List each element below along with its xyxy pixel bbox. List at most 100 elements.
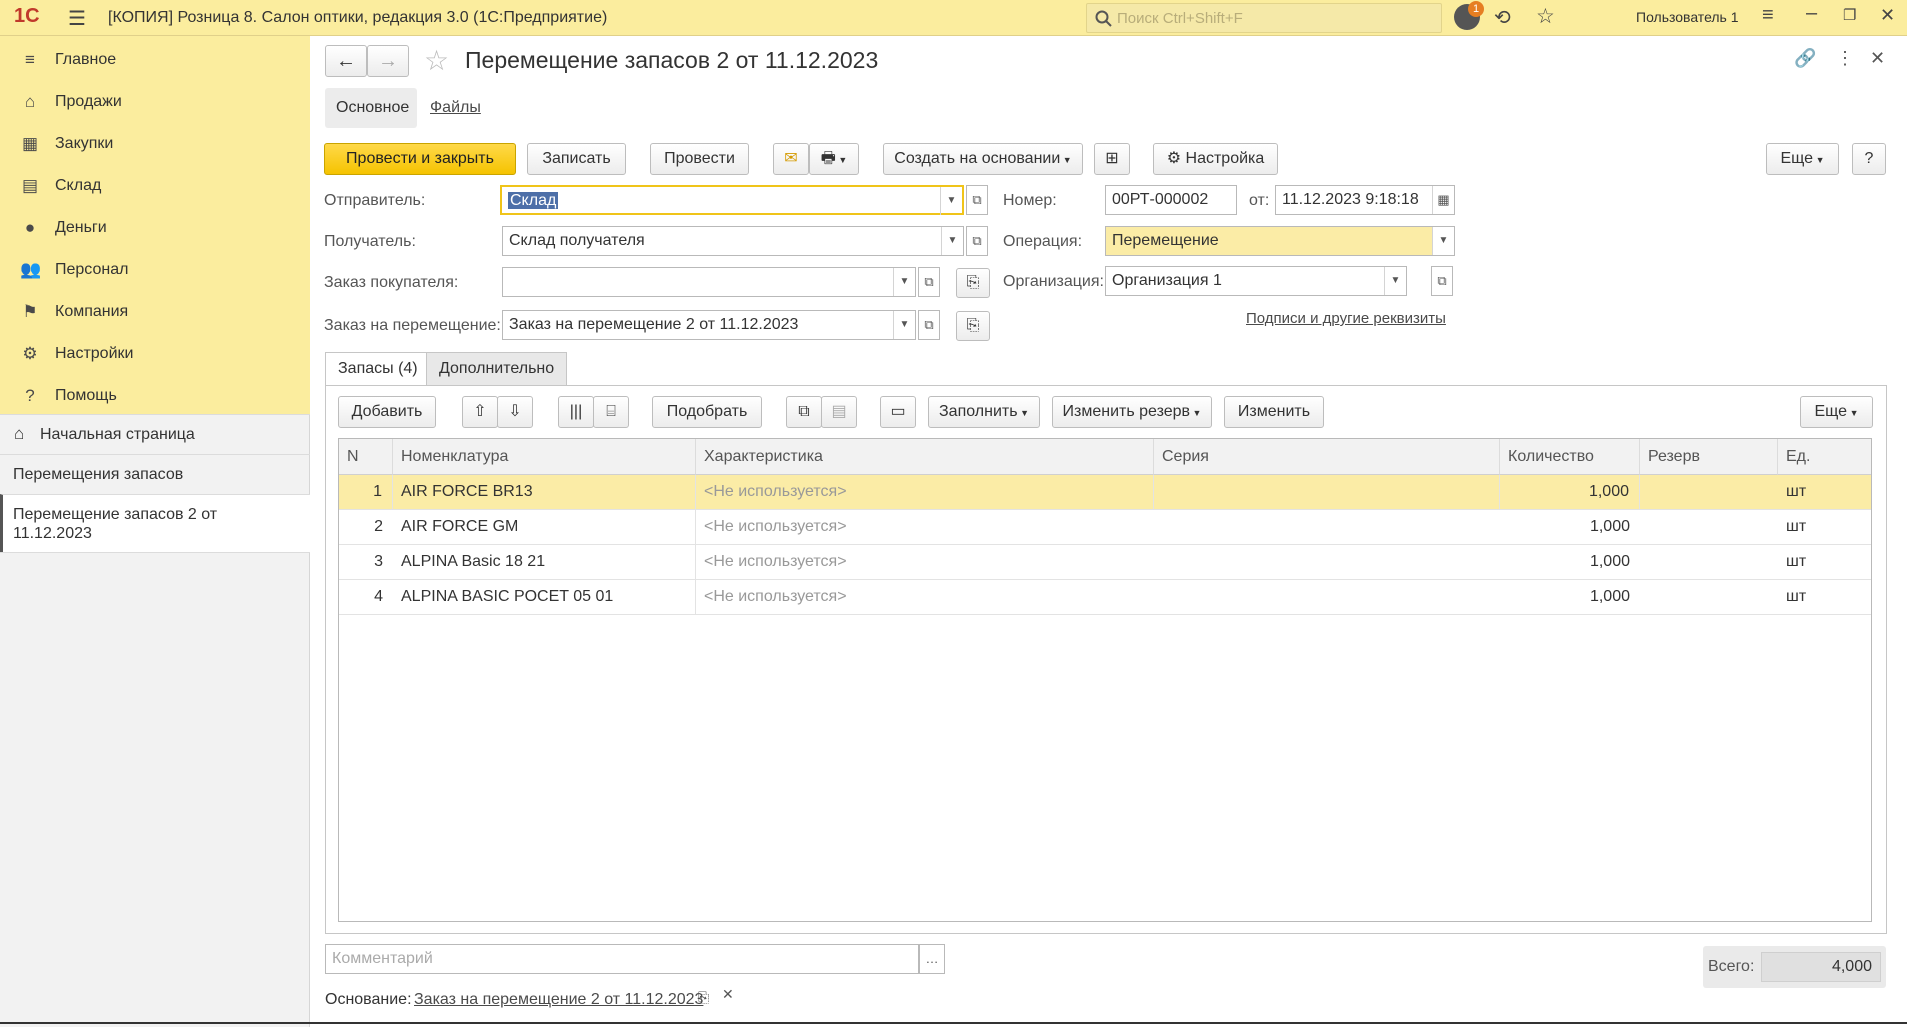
chevron-down-icon[interactable]: ▼ — [1432, 227, 1454, 255]
paste-rows-button[interactable]: ▤ — [821, 396, 857, 428]
column-header-series[interactable]: Серия — [1154, 439, 1500, 475]
home-page-item[interactable]: ⌂ Начальная страница — [0, 414, 310, 454]
column-header-characteristic[interactable]: Характеристика — [696, 439, 1154, 475]
restore-icon[interactable]: ❐ — [1843, 6, 1856, 24]
move-up-button[interactable]: ⇧ — [462, 396, 498, 428]
chevron-down-icon[interactable]: ▼ — [940, 187, 962, 215]
section-help[interactable]: ? Помощь — [0, 376, 310, 416]
tab-stock[interactable]: Запасы (4) — [325, 352, 431, 386]
close-window-icon[interactable]: ✕ — [1880, 5, 1895, 26]
comment-expand-button[interactable]: … — [919, 944, 945, 974]
more-button[interactable]: Еще ▼ — [1766, 143, 1839, 175]
section-warehouse[interactable]: ▤ Склад — [0, 166, 310, 206]
section-main[interactable]: ≡ Главное — [0, 40, 310, 80]
chevron-down-icon[interactable]: ▼ — [893, 268, 915, 296]
transfer-order-fill-button[interactable]: ⎘ — [956, 311, 990, 341]
minimize-icon[interactable]: – — [1806, 2, 1817, 25]
date-field[interactable]: 11.12.2023 9:18:18 ▦ — [1275, 185, 1455, 215]
basis-open-icon[interactable]: ⎘ — [698, 989, 709, 1006]
change-button[interactable]: Изменить — [1224, 396, 1324, 428]
chevron-down-icon[interactable]: ▼ — [941, 227, 963, 255]
table-row[interactable]: 4 ALPINA BASIC POCET 05 01 <Не используе… — [339, 580, 1871, 615]
settings-lines-icon[interactable]: ≡ — [1762, 4, 1774, 27]
open-item-transfers[interactable]: Перемещения запасов — [0, 454, 310, 494]
calendar-icon[interactable]: ▦ — [1432, 186, 1454, 214]
close-form-icon[interactable]: ✕ — [1870, 48, 1885, 69]
favorite-star-icon[interactable]: ☆ — [424, 44, 449, 77]
tab-main[interactable]: Основное — [325, 88, 417, 128]
column-header-quantity[interactable]: Количество — [1500, 439, 1640, 475]
basis-link[interactable]: Заказ на перемещение 2 от 11.12.2023 — [414, 991, 703, 1009]
transfer-order-field[interactable]: Заказ на перемещение 2 от 11.12.2023 ▼ — [502, 310, 916, 340]
receiver-open-button[interactable]: ⧉ — [966, 226, 988, 256]
date-value: 11.12.2023 9:18:18 — [1282, 191, 1419, 208]
open-item-current-doc[interactable]: Перемещение запасов 2 от 11.12.2023 — [0, 494, 310, 552]
customer-order-field[interactable]: ▼ — [502, 267, 916, 297]
comment-field[interactable]: Комментарий — [325, 944, 919, 974]
table-row[interactable]: 2 AIR FORCE GM <Не используется> 1,000 ш… — [339, 510, 1871, 545]
main-menu-icon[interactable]: ☰ — [68, 6, 86, 31]
app-logo[interactable]: 1С — [14, 5, 40, 28]
add-row-button[interactable]: Добавить — [338, 396, 436, 428]
table-row[interactable]: 3 ALPINA Basic 18 21 <Не используется> 1… — [339, 545, 1871, 580]
cell-n: 3 — [374, 553, 383, 570]
section-company[interactable]: ⚑ Компания — [0, 292, 310, 332]
more-vertical-icon[interactable]: ⋮ — [1836, 48, 1854, 69]
section-purchases[interactable]: ▦ Закупки — [0, 124, 310, 164]
chevron-down-icon[interactable]: ▼ — [1384, 267, 1406, 295]
link-icon[interactable]: 🔗 — [1794, 48, 1816, 69]
change-reserve-button[interactable]: Изменить резерв ▼ — [1052, 396, 1212, 428]
fill-button[interactable]: Заполнить ▼ — [928, 396, 1040, 428]
search-input[interactable]: Поиск Ctrl+Shift+F — [1086, 3, 1442, 33]
move-down-button[interactable]: ⇩ — [497, 396, 533, 428]
sender-open-button[interactable]: ⧉ — [966, 185, 988, 215]
tab-additional[interactable]: Дополнительно — [426, 352, 568, 386]
organization-field[interactable]: Организация 1 ▼ — [1105, 266, 1407, 296]
help-button[interactable]: ? — [1852, 143, 1886, 175]
section-money[interactable]: ● Деньги — [0, 208, 310, 248]
email-button[interactable]: ✉ — [773, 143, 809, 175]
save-button[interactable]: Записать — [527, 143, 626, 175]
number-field[interactable]: 00РТ-000002 — [1105, 185, 1237, 215]
stock-table[interactable]: N Номенклатура Характеристика Серия Коли… — [338, 438, 1872, 922]
open-item-label: Перемещения запасов — [13, 466, 184, 483]
customer-order-fill-button[interactable]: ⎘ — [956, 268, 990, 298]
section-sales[interactable]: ⌂ Продажи — [0, 82, 310, 122]
sender-field[interactable]: Склад ▼ — [500, 185, 964, 215]
notifications-icon[interactable]: 1 — [1454, 1, 1484, 30]
barcode-button[interactable]: ||| — [558, 396, 594, 428]
column-header-unit[interactable]: Ед. — [1778, 439, 1871, 475]
select-button[interactable]: Подобрать — [652, 396, 762, 428]
section-settings[interactable]: ⚙ Настройки — [0, 334, 310, 374]
operation-field[interactable]: Перемещение ▼ — [1105, 226, 1455, 256]
customer-order-open-button[interactable]: ⧉ — [918, 267, 940, 297]
section-staff[interactable]: 👥 Персонал — [0, 250, 310, 290]
people-icon: 👥 — [20, 260, 42, 279]
structure-button[interactable]: ⊞ — [1094, 143, 1130, 175]
settings-button[interactable]: ⚙ Настройка — [1153, 143, 1278, 175]
organization-open-button[interactable]: ⧉ — [1431, 266, 1453, 296]
history-icon[interactable]: ⟲ — [1494, 5, 1511, 30]
post-button[interactable]: Провести — [650, 143, 749, 175]
layout-button[interactable]: ▭ — [880, 396, 916, 428]
post-and-close-button[interactable]: Провести и закрыть — [324, 143, 516, 175]
column-header-item[interactable]: Номенклатура — [393, 439, 696, 475]
tab-files[interactable]: Файлы — [430, 99, 481, 117]
receiver-field[interactable]: Склад получателя ▼ — [502, 226, 964, 256]
create-based-on-button[interactable]: Создать на основании ▼ — [883, 143, 1083, 175]
transfer-order-open-button[interactable]: ⧉ — [918, 310, 940, 340]
column-header-reserve[interactable]: Резерв — [1640, 439, 1778, 475]
user-name[interactable]: Пользователь 1 — [1636, 9, 1739, 25]
table-more-button[interactable]: Еще ▼ — [1800, 396, 1873, 428]
chevron-down-icon[interactable]: ▼ — [893, 311, 915, 339]
basis-clear-icon[interactable]: ✕ — [722, 986, 734, 1003]
scanner-button[interactable]: ⌸ — [593, 396, 629, 428]
print-button[interactable]: 🖶 ▼ — [809, 143, 859, 175]
favorites-star-icon[interactable]: ☆ — [1536, 4, 1555, 29]
signatures-link[interactable]: Подписи и другие реквизиты — [1246, 310, 1446, 327]
column-header-n[interactable]: N — [339, 439, 393, 475]
table-row[interactable]: 1 AIR FORCE BR13 <Не используется> 1,000… — [339, 475, 1871, 510]
forward-button[interactable]: → — [367, 45, 409, 77]
copy-rows-button[interactable]: ⧉ — [786, 396, 822, 428]
back-button[interactable]: ← — [325, 45, 367, 77]
